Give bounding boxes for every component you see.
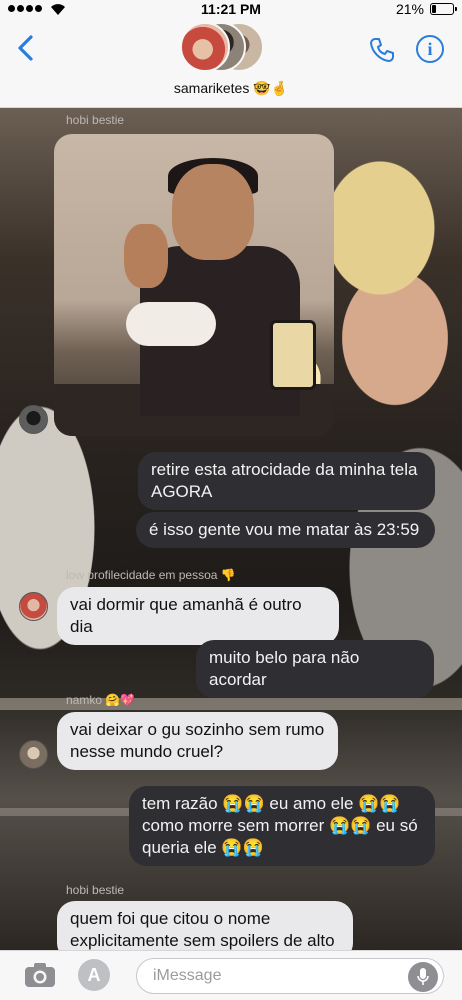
- status-time: 11:21 PM: [201, 1, 261, 17]
- battery-percent: 21%: [395, 1, 424, 17]
- conversation-header: 11:21 PM 21% samariketes 🤓🤞 i: [0, 0, 462, 108]
- message-bubble-outgoing[interactable]: muito belo para não acordar: [196, 640, 434, 698]
- message-bubble-outgoing[interactable]: é isso gente vou me matar às 23:59: [136, 512, 435, 548]
- message-thread[interactable]: hobi bestie retire esta atrocidade da mi…: [0, 108, 462, 950]
- microphone-icon[interactable]: [408, 962, 438, 992]
- group-avatars[interactable]: [180, 22, 290, 74]
- back-chevron-icon[interactable]: [14, 34, 38, 62]
- appstore-icon[interactable]: A: [78, 959, 110, 991]
- sender-name: low profilecidade em pessoa 👎: [66, 568, 236, 582]
- avatar: [180, 22, 230, 72]
- group-name[interactable]: samariketes 🤓🤞: [0, 80, 462, 97]
- sender-name: hobi bestie: [66, 883, 125, 897]
- composer-bar: A: [0, 950, 462, 1000]
- battery-icon: [430, 3, 457, 15]
- message-bubble-incoming[interactable]: vai dormir que amanhã é outro dia: [57, 587, 339, 645]
- info-button[interactable]: i: [416, 35, 444, 63]
- message-input[interactable]: [136, 958, 444, 994]
- sender-avatar[interactable]: [19, 592, 48, 621]
- sender-name: hobi bestie: [66, 113, 125, 127]
- phone-icon[interactable]: [368, 36, 396, 64]
- message-bubble-incoming[interactable]: vai deixar o gu sozinho sem rumo nesse m…: [57, 712, 338, 770]
- sender-name: namko 🤗💖: [66, 693, 136, 707]
- sender-avatar[interactable]: [19, 405, 48, 434]
- message-bubble-incoming[interactable]: quem foi que citou o nome explicitamente…: [57, 901, 353, 950]
- message-bubble-outgoing[interactable]: retire esta atrocidade da minha tela AGO…: [138, 452, 435, 510]
- status-bar: 11:21 PM 21%: [0, 0, 462, 20]
- sender-avatar[interactable]: [19, 740, 48, 769]
- camera-icon[interactable]: [24, 962, 56, 988]
- message-bubble-outgoing[interactable]: tem razão 😭😭 eu amo ele 😭😭 como morre se…: [129, 786, 435, 866]
- image-attachment[interactable]: [54, 134, 334, 436]
